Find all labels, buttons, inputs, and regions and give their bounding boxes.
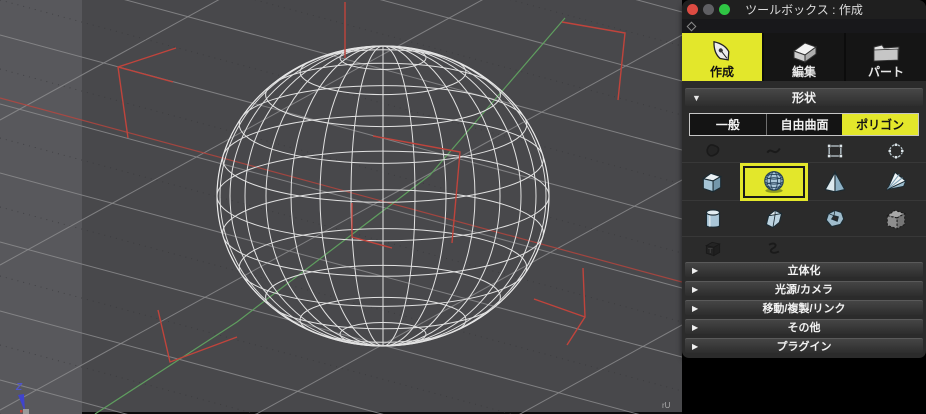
- sphere-icon: [763, 170, 784, 193]
- main-tabs: 作成 編集 パート: [682, 33, 926, 81]
- freeform-curve-icon: [768, 242, 779, 254]
- rectangle-icon: [826, 144, 843, 158]
- pyramid-icon: [824, 169, 846, 192]
- section-other[interactable]: ▶ その他: [685, 319, 923, 334]
- section-move-duplicate-link[interactable]: ▶ 移動/複製/リンク: [685, 300, 923, 315]
- tool-empty-cell: [865, 237, 926, 260]
- tool-sphere-button-selected[interactable]: [742, 163, 805, 200]
- tool-grid: T: [682, 140, 926, 260]
- subtab-freeform[interactable]: 自由曲面: [765, 114, 843, 135]
- tool-pyramid-button[interactable]: [805, 163, 866, 200]
- tool-text-cube-button-disabled[interactable]: T: [682, 237, 743, 260]
- diamond-collapse-icon[interactable]: [686, 21, 697, 31]
- section-plugin[interactable]: ▶ プラグイン: [685, 338, 923, 353]
- tool-fan-button[interactable]: [865, 163, 926, 200]
- svg-text:T: T: [708, 246, 713, 255]
- tool-torus-button[interactable]: [804, 201, 865, 236]
- prism-icon: [765, 209, 782, 228]
- subtab-polygon[interactable]: ポリゴン: [842, 114, 919, 135]
- eraser-icon: [792, 42, 818, 63]
- section-light-camera[interactable]: ▶ 光源/カメラ: [685, 281, 923, 296]
- tool-rectangle-button[interactable]: [804, 140, 865, 162]
- tool-cube-button[interactable]: [682, 163, 743, 200]
- folder-icon: [873, 44, 900, 62]
- app-window: Z rU ツールボックス : 作成 作成 編集 パート ▼ 形状 一般 自由曲面…: [0, 0, 926, 414]
- tool-dashed-cube-button[interactable]: [865, 201, 926, 236]
- tool-cylinder-button[interactable]: [682, 201, 743, 236]
- cylinder-icon: [705, 208, 720, 228]
- pen-nib-icon: [713, 40, 730, 61]
- subtab-general[interactable]: 一般: [690, 114, 766, 135]
- tool-empty-cell: [804, 237, 865, 260]
- tool-circle-button[interactable]: [865, 140, 926, 162]
- torus-icon: [825, 209, 844, 227]
- viewport-corner-text: rU: [662, 401, 671, 410]
- selected-tool-highlight: [742, 165, 805, 198]
- tab-part[interactable]: パート: [846, 33, 926, 81]
- open-line-icon: [765, 147, 781, 154]
- tool-open-line-button[interactable]: [743, 140, 804, 162]
- section-solid[interactable]: ▶ 立体化: [685, 262, 923, 277]
- toolbox-panel: ツールボックス : 作成 作成 編集 パート ▼ 形状 一般 自由曲面 ポリゴン…: [682, 0, 926, 358]
- wireframe-sphere-scene: [0, 0, 682, 414]
- z-axis-label: Z: [16, 382, 23, 393]
- titlebar[interactable]: ツールボックス : 作成: [682, 0, 926, 19]
- fan-icon: [885, 170, 907, 191]
- window-title: ツールボックス : 作成: [745, 3, 863, 17]
- 3d-viewport[interactable]: Z rU: [0, 0, 682, 414]
- shape-type-subtabs: 一般 自由曲面 ポリゴン: [689, 113, 919, 136]
- tab-edit[interactable]: 編集: [764, 33, 844, 81]
- widget-row: [682, 19, 926, 33]
- dashed-cube-icon: [885, 209, 906, 230]
- text-cube-icon: T: [704, 241, 721, 256]
- tab-create[interactable]: 作成: [682, 33, 762, 81]
- closed-line-icon: [705, 144, 719, 157]
- tool-closed-line-button[interactable]: [682, 140, 743, 162]
- circle-icon: [887, 142, 904, 160]
- shape-section-header[interactable]: ▼ 形状: [685, 88, 923, 106]
- cube-icon: [702, 172, 723, 193]
- tool-freeform-button-disabled[interactable]: [743, 237, 804, 260]
- tool-prism-button[interactable]: [743, 201, 804, 236]
- collapsed-sections: ▶ 立体化 ▶ 光源/カメラ ▶ 移動/複製/リンク ▶ その他 ▶ プラグイン: [682, 262, 926, 353]
